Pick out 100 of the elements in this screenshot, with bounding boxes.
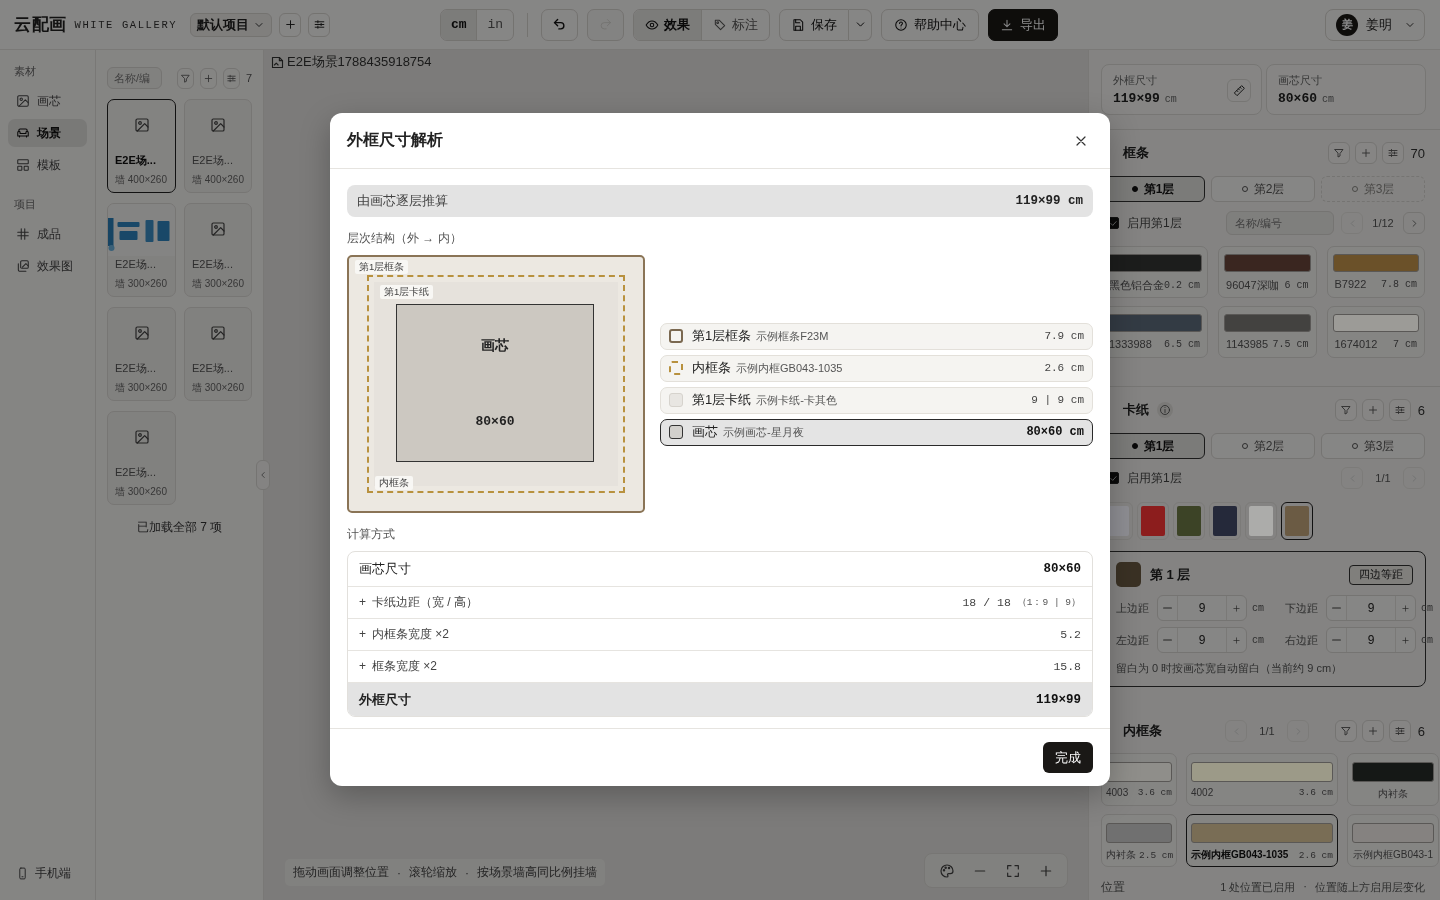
- summary-value: 119×99 cm: [1015, 194, 1083, 208]
- card-size: 墙 300×260: [115, 485, 167, 499]
- number-field[interactable]: 9: [1177, 628, 1227, 652]
- filter-button[interactable]: [1334, 399, 1357, 421]
- undo-button[interactable]: [541, 8, 579, 41]
- page-indicator: 1/1: [1374, 472, 1392, 484]
- search-field[interactable]: 名称/编: [107, 67, 163, 89]
- settings-button[interactable]: [308, 12, 331, 37]
- help-button[interactable]: 帮助中心: [881, 8, 980, 41]
- layer-value: 80×60 cm: [1026, 425, 1084, 439]
- size-label: 画芯尺寸: [1278, 73, 1323, 88]
- number-field[interactable]: 9: [1346, 596, 1396, 620]
- frame-icon: [669, 329, 683, 343]
- number-stepper[interactable]: 9: [1157, 627, 1247, 653]
- export-button[interactable]: 导出: [988, 8, 1059, 41]
- settings-button[interactable]: [223, 67, 240, 89]
- settings-button[interactable]: [1388, 720, 1411, 742]
- swatch-name: 96047深咖: [1226, 278, 1279, 293]
- layer-name: 第1层框条: [692, 327, 752, 345]
- layer-tab[interactable]: 第2层: [1211, 176, 1315, 202]
- liner-swatch[interactable]: 4002 3.6 cm: [1186, 753, 1338, 806]
- number-stepper[interactable]: 9: [1157, 595, 1247, 621]
- unit-tab[interactable]: cm: [441, 9, 478, 40]
- nav-heading: 项目: [13, 197, 37, 212]
- plus-icon: [283, 18, 297, 31]
- frame-swatch[interactable]: B7922 7.8 cm: [1326, 246, 1425, 298]
- scene-card[interactable]: E2E场... 墙 400×260: [184, 99, 252, 193]
- liner-swatch[interactable]: 4003 3.6 cm: [1101, 753, 1177, 806]
- frame-swatch[interactable]: 1674012 7 cm: [1326, 306, 1425, 358]
- swatch-name: 1674012: [1334, 338, 1378, 350]
- liner-swatch[interactable]: 内衬条 2.5 cm: [1101, 814, 1177, 867]
- layer-row[interactable]: 第1层框条 示例框条F23M 7.9 cm: [660, 322, 1093, 350]
- save-options-button[interactable]: [849, 8, 873, 41]
- unit-tab[interactable]: in: [477, 9, 514, 40]
- liner-swatch[interactable]: 示例内框GB043-1035 2.6 cm: [1186, 814, 1338, 867]
- image-icon: [210, 325, 226, 341]
- layer-row[interactable]: 第1层卡纸 示例卡纸-卡其色 9 | 9 cm: [660, 386, 1093, 414]
- next-page-button[interactable]: [1403, 212, 1425, 234]
- project-dropdown[interactable]: 默认项目: [190, 12, 273, 37]
- view-tab[interactable]: 标注: [702, 9, 770, 40]
- swatch-name: 内衬条: [1378, 787, 1408, 801]
- section-title: 内框条: [1123, 722, 1162, 740]
- sliders-icon: [226, 72, 237, 84]
- equal-margins-button[interactable]: 四边等距: [1349, 564, 1413, 585]
- layer-row[interactable]: 画芯 示例画芯-星月夜 80×60 cm: [660, 418, 1093, 446]
- user-menu[interactable]: 姜 姜明: [1325, 8, 1425, 41]
- collapse-handle[interactable]: [256, 460, 270, 490]
- plus-icon: [1401, 603, 1410, 613]
- mobile-link[interactable]: 手机端: [8, 865, 87, 882]
- frame-swatch[interactable]: 96047深咖 6 cm: [1218, 246, 1317, 298]
- card-title: E2E场...: [115, 257, 156, 272]
- nav-item[interactable]: 效果图: [8, 252, 87, 280]
- measure-button[interactable]: [1227, 79, 1251, 102]
- card-title: E2E场...: [192, 257, 233, 272]
- scene-card[interactable]: E2E场... 墙 300×260: [184, 203, 252, 297]
- palette-icon: [938, 862, 955, 879]
- nav-item[interactable]: 成品: [8, 220, 87, 248]
- add-button[interactable]: [200, 67, 218, 89]
- broken-image-icon: [270, 54, 285, 70]
- color-swatch[interactable]: [1245, 502, 1277, 540]
- liner-swatch[interactable]: 内衬条: [1347, 753, 1439, 806]
- number-field[interactable]: 9: [1177, 596, 1227, 620]
- save-button[interactable]: 保存: [779, 8, 850, 41]
- image-icon: [210, 117, 226, 133]
- number-stepper[interactable]: 9: [1326, 627, 1416, 653]
- section-title: 卡纸: [1123, 401, 1149, 419]
- field-label: 左边距: [1116, 632, 1150, 648]
- minus-icon: [1332, 607, 1341, 609]
- scene-card[interactable]: E2E场... 墙 300×260: [107, 203, 176, 297]
- layer-label: 第1层卡纸: [380, 285, 434, 299]
- color-swatch[interactable]: [1209, 502, 1241, 540]
- checkbox-label: 启用第1层: [1127, 469, 1182, 487]
- number-stepper[interactable]: 9: [1326, 595, 1416, 621]
- layer-tab[interactable]: 第3层: [1321, 433, 1425, 459]
- liner-swatch[interactable]: 示例内框GB043-1: [1347, 814, 1439, 867]
- save-icon: [791, 17, 806, 32]
- filter-button[interactable]: [1334, 720, 1357, 742]
- filter-button[interactable]: [177, 67, 195, 89]
- scene-card[interactable]: E2E场... 墙 400×260: [107, 99, 176, 193]
- view-tab[interactable]: 效果: [634, 9, 703, 40]
- color-swatch[interactable]: [1281, 502, 1313, 540]
- settings-button[interactable]: [1381, 142, 1404, 164]
- scene-card[interactable]: E2E场... 墙 300×260: [184, 307, 252, 401]
- filter-button[interactable]: [1327, 142, 1350, 164]
- nav-item[interactable]: 场景: [8, 119, 87, 147]
- number-field[interactable]: 9: [1346, 628, 1396, 652]
- palette-button[interactable]: [937, 861, 956, 880]
- layer-row[interactable]: 内框条 示例内框GB043-1035 2.6 cm: [660, 354, 1093, 382]
- frame-swatch[interactable]: 1143985 7.5 cm: [1218, 306, 1317, 358]
- nav-item[interactable]: 画芯: [8, 87, 87, 115]
- scene-card[interactable]: E2E场... 墙 300×260: [107, 411, 176, 505]
- color-swatch[interactable]: [1137, 502, 1169, 540]
- color-swatch[interactable]: [1173, 502, 1205, 540]
- layer-detail: 示例框条F23M: [756, 328, 829, 344]
- settings-button[interactable]: [1388, 399, 1411, 421]
- scene-card[interactable]: E2E场... 墙 300×260: [107, 307, 176, 401]
- done-button[interactable]: 完成: [1043, 742, 1093, 773]
- layer-tab[interactable]: 第2层: [1211, 433, 1315, 459]
- nav-item[interactable]: 模板: [8, 151, 87, 179]
- add-button[interactable]: [279, 12, 302, 37]
